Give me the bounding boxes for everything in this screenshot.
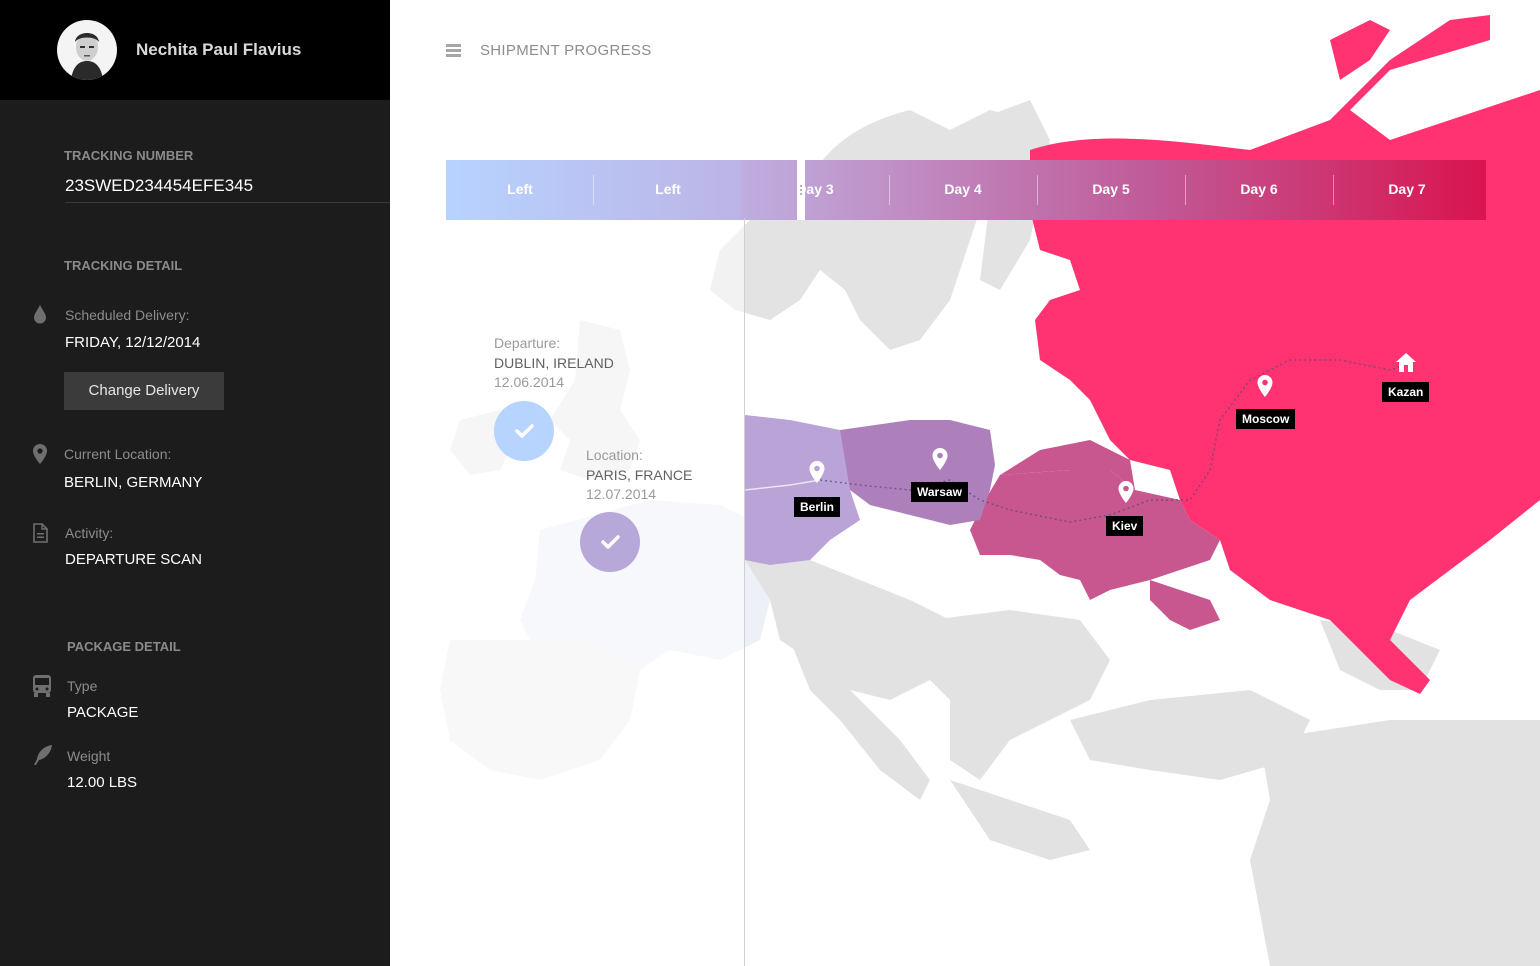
- current-location-value: BERLIN, GERMANY: [64, 474, 203, 491]
- scheduled-delivery-value: FRIDAY, 12/12/2014: [65, 334, 201, 351]
- timeline-day-6[interactable]: Day 6: [1185, 160, 1333, 220]
- departure-date: 12.06.2014: [494, 374, 565, 390]
- package-weight-label: Weight: [67, 748, 111, 764]
- location-date: 12.07.2014: [586, 486, 657, 502]
- tracking-number-underline: [65, 202, 390, 203]
- timeline-drag-handle[interactable]: [797, 160, 805, 220]
- avatar[interactable]: [57, 20, 117, 80]
- home-icon[interactable]: [1395, 352, 1417, 379]
- timeline-day-2[interactable]: Left: [594, 160, 742, 220]
- location-check-button[interactable]: [580, 512, 640, 572]
- departure-city: DUBLIN, IRELAND: [494, 355, 614, 371]
- pin-icon[interactable]: [1117, 480, 1135, 509]
- activity-label: Activity:: [65, 525, 114, 541]
- package-type-value: PACKAGE: [67, 704, 139, 721]
- page-title: SHIPMENT PROGRESS: [480, 42, 652, 59]
- city-label-kiev: Kiev: [1106, 516, 1144, 536]
- bus-icon: [32, 674, 52, 703]
- change-delivery-button[interactable]: Change Delivery: [64, 372, 224, 410]
- tracking-detail-heading: TRACKING DETAIL: [64, 258, 183, 273]
- drop-icon: [32, 304, 48, 329]
- timeline-day-1[interactable]: Left: [446, 160, 594, 220]
- scheduled-delivery-label: Scheduled Delivery:: [65, 307, 190, 323]
- user-name: Nechita Paul Flavius: [136, 40, 302, 59]
- timeline-day-5[interactable]: Day 5: [1037, 160, 1185, 220]
- pin-icon[interactable]: [931, 447, 949, 476]
- city-label-moscow: Moscow: [1236, 409, 1296, 429]
- timeline-bar: Left Left Day 3 Day 4 Day 5 Day 6 Day 7: [446, 160, 1486, 220]
- city-label-berlin: Berlin: [794, 497, 841, 517]
- city-label-kazan: Kazan: [1382, 382, 1430, 402]
- departure-label: Departure:: [494, 335, 561, 351]
- timeline-day-4[interactable]: Day 4: [889, 160, 1037, 220]
- tracking-number-label: TRACKING NUMBER: [64, 148, 194, 163]
- package-type-label: Type: [67, 678, 98, 694]
- pin-icon: [31, 443, 49, 470]
- activity-value: DEPARTURE SCAN: [65, 551, 202, 568]
- timeline-day-3[interactable]: Day 3: [741, 160, 889, 220]
- tracking-number-field[interactable]: 23SWED234454EFE345: [65, 176, 253, 196]
- current-location-label: Current Location:: [64, 446, 172, 462]
- check-icon: [515, 424, 534, 438]
- feather-icon: [32, 744, 54, 771]
- progress-line: [744, 218, 745, 966]
- pin-icon[interactable]: [1256, 374, 1274, 403]
- departure-check-button[interactable]: [494, 401, 554, 461]
- main-panel: SHIPMENT PROGRESS Left Left Day 3 Day 4 …: [390, 0, 1540, 966]
- pin-icon[interactable]: [808, 460, 826, 489]
- profile-header: Nechita Paul Flavius: [0, 0, 390, 100]
- package-weight-value: 12.00 LBS: [67, 774, 138, 791]
- check-icon: [601, 535, 620, 549]
- location-label: Location:: [586, 447, 643, 463]
- timeline-day-7[interactable]: Day 7: [1333, 160, 1481, 220]
- city-label-warsaw: Warsaw: [911, 482, 968, 502]
- menu-icon[interactable]: [446, 44, 461, 57]
- document-icon: [32, 523, 48, 548]
- location-city: PARIS, FRANCE: [586, 467, 693, 483]
- package-detail-heading: PACKAGE DETAIL: [67, 639, 181, 654]
- sidebar: Nechita Paul Flavius TRACKING NUMBER 23S…: [0, 0, 390, 966]
